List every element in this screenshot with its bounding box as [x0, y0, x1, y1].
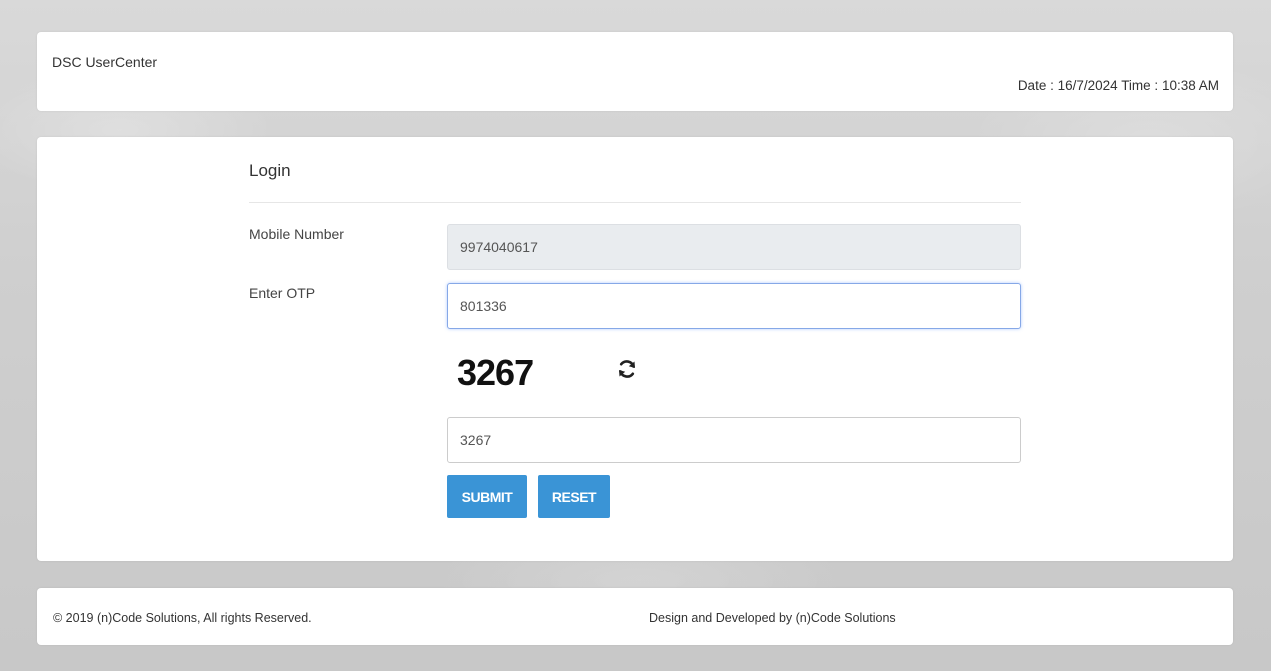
otp-input[interactable]	[447, 283, 1021, 329]
app-title: DSC UserCenter	[52, 54, 158, 70]
date-label: Date :	[1017, 78, 1054, 93]
date-value: 16/7/2024	[1057, 78, 1118, 93]
login-title: Login	[249, 161, 291, 180]
mobile-number-label: Mobile Number	[249, 226, 344, 242]
footer-panel: © 2019 (n)Code Solutions, All rights Res…	[37, 588, 1233, 645]
login-panel: Login Mobile Number Enter OTP 3267 SUBMI…	[37, 137, 1233, 561]
submit-button[interactable]: SUBMIT	[447, 475, 527, 518]
mobile-number-input[interactable]	[447, 224, 1021, 270]
captcha-input[interactable]	[447, 417, 1021, 463]
captcha-image: 3267	[457, 352, 534, 393]
reset-button[interactable]: RESET	[538, 475, 610, 518]
credit-text: Design and Developed by (n)Code Solution…	[649, 611, 896, 625]
date-time-display: Date : 16/7/2024 Time : 10:38 AM	[1018, 78, 1219, 93]
time-value: 10:38 AM	[1161, 78, 1219, 93]
refresh-icon[interactable]	[615, 357, 639, 381]
header-panel: DSC UserCenter Date : 16/7/2024 Time : 1…	[37, 32, 1233, 111]
divider	[249, 202, 1021, 203]
otp-label: Enter OTP	[249, 285, 316, 301]
time-label: Time :	[1121, 78, 1159, 93]
copyright-text: © 2019 (n)Code Solutions, All rights Res…	[53, 611, 312, 625]
